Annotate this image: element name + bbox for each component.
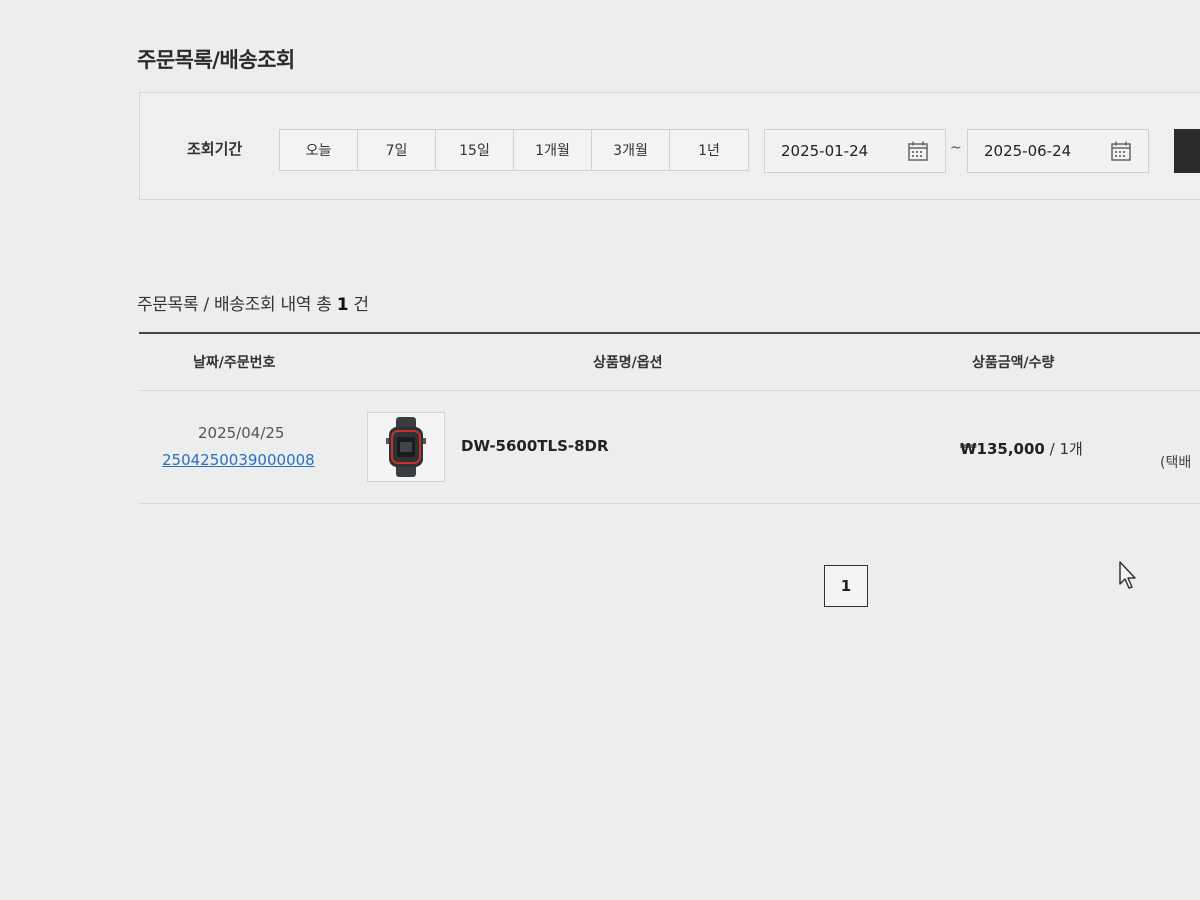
product-name-link[interactable]: DW-5600TLS-8DR bbox=[461, 437, 609, 455]
calendar-icon[interactable] bbox=[905, 138, 931, 164]
column-header-product: 상품명/옵션 bbox=[593, 355, 663, 371]
summary-prefix: 주문목록 / 배송조회 내역 총 bbox=[137, 295, 332, 315]
start-date-value[interactable]: 2025-01-24 bbox=[765, 142, 905, 160]
period-1month-button[interactable]: 1개월 bbox=[514, 130, 592, 170]
summary-suffix: 건 bbox=[353, 295, 369, 315]
calendar-icon[interactable] bbox=[1108, 138, 1134, 164]
page-title: 주문목록/배송조회 bbox=[137, 48, 295, 72]
period-7days-button[interactable]: 7일 bbox=[358, 130, 436, 170]
price-quantity: ₩135,000 / 1개 bbox=[960, 438, 1083, 459]
mouse-pointer-icon bbox=[1119, 561, 1136, 589]
period-today-button[interactable]: 오늘 bbox=[280, 130, 358, 170]
period-3months-button[interactable]: 3개월 bbox=[592, 130, 670, 170]
table-header-divider bbox=[139, 390, 1200, 391]
column-header-date-order: 날짜/주문번호 bbox=[193, 355, 276, 371]
search-button[interactable] bbox=[1174, 129, 1200, 173]
period-button-group: 오늘 7일 15일 1개월 3개월 1년 bbox=[279, 129, 749, 171]
summary-count: 1 bbox=[336, 295, 349, 315]
product-quantity: 1개 bbox=[1059, 440, 1083, 458]
product-price: ₩135,000 bbox=[960, 440, 1045, 458]
shipping-method: (택배 bbox=[1160, 455, 1192, 471]
end-date-field[interactable]: 2025-06-24 bbox=[967, 129, 1149, 173]
start-date-field[interactable]: 2025-01-24 bbox=[764, 129, 946, 173]
order-list-summary: 주문목록 / 배송조회 내역 총 1 건 bbox=[137, 290, 369, 315]
product-thumbnail[interactable] bbox=[367, 412, 445, 482]
end-date-value[interactable]: 2025-06-24 bbox=[968, 142, 1108, 160]
pagination-page-1[interactable]: 1 bbox=[824, 565, 868, 607]
table-top-border bbox=[139, 332, 1200, 334]
table-row-divider bbox=[139, 503, 1200, 504]
order-date: 2025/04/25 bbox=[198, 424, 285, 442]
period-15days-button[interactable]: 15일 bbox=[436, 130, 514, 170]
watch-image bbox=[386, 417, 426, 477]
period-1year-button[interactable]: 1년 bbox=[670, 130, 748, 170]
date-range-separator: ~ bbox=[950, 140, 962, 156]
column-header-price-qty: 상품금액/수량 bbox=[972, 355, 1055, 371]
qty-separator: / bbox=[1044, 440, 1060, 458]
order-number-link[interactable]: 2504250039000008 bbox=[162, 451, 315, 469]
period-filter-label: 조회기간 bbox=[187, 140, 243, 158]
